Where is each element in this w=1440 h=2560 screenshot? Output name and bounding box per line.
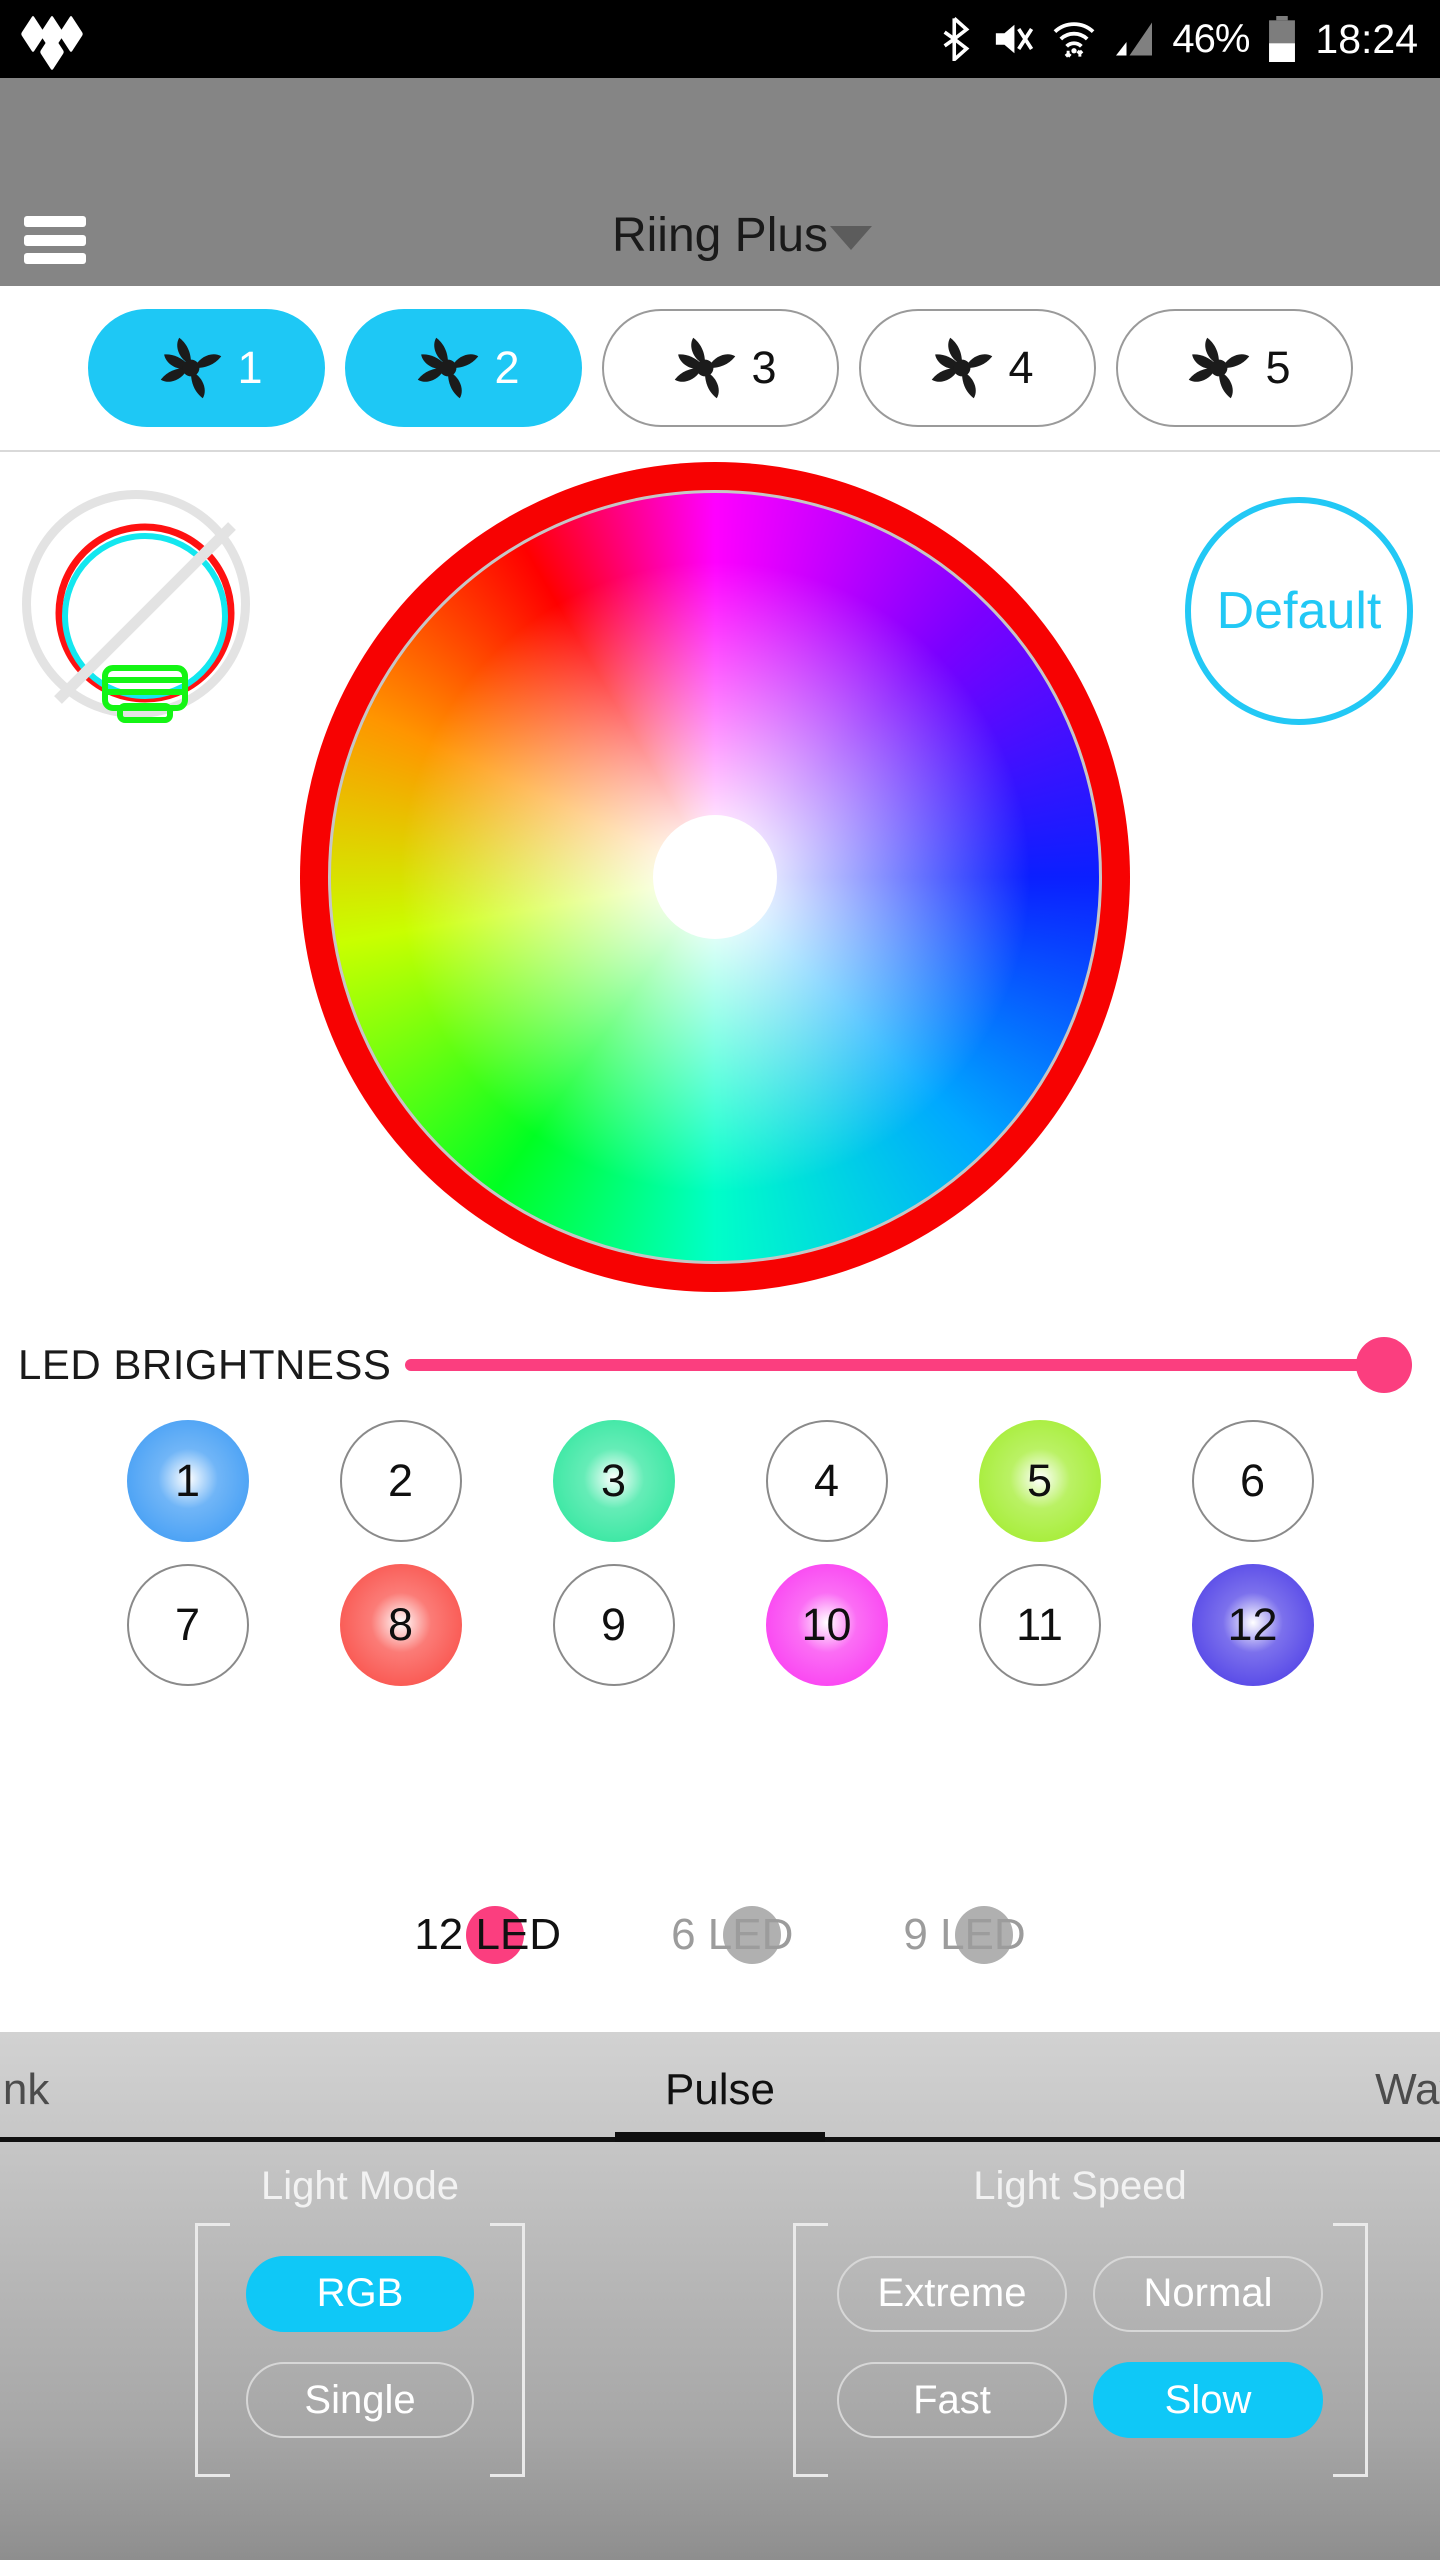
light-speed-bracket: Extreme Normal Fast Slow [792, 2223, 1368, 2477]
led-label: 5 [1026, 1455, 1053, 1506]
light-speed-normal-button[interactable]: Normal [1093, 2255, 1323, 2332]
led-count-option-6[interactable]: 6 LED [671, 1906, 794, 1964]
app-header: Riing Plus [0, 78, 1440, 286]
fan-tab-4[interactable]: 4 [858, 309, 1096, 427]
default-button[interactable]: Default [1185, 497, 1413, 725]
app-root: 46% 18:24 Riing Plus 1 2 3 4 5 Default L… [0, 0, 1440, 2560]
light-speed-fast-button[interactable]: Fast [837, 2362, 1067, 2439]
default-button-label: Default [1216, 582, 1382, 640]
light-mode-bracket: RGB Single [195, 2223, 525, 2477]
battery-percent-label: 46% [1172, 16, 1250, 61]
fan-tab-5[interactable]: 5 [1115, 309, 1353, 427]
led-count-label: 6 LED [671, 1910, 794, 1959]
effect-tab-bar: Blink Pulse Wave [0, 2032, 1440, 2142]
color-wheel-center[interactable] [653, 815, 777, 939]
led-button[interactable]: 8 [339, 1564, 462, 1686]
led-label: 2 [387, 1455, 414, 1506]
fan-tab-label: 3 [751, 342, 777, 393]
led-button[interactable]: 10 [765, 1564, 888, 1686]
tidal-logo-icon [20, 15, 86, 71]
led-button[interactable]: 3 [552, 1420, 675, 1542]
led-label: 10 [801, 1599, 852, 1650]
led-label: 7 [174, 1599, 201, 1650]
led-button[interactable]: 6 [1191, 1420, 1314, 1542]
fan-icon [149, 326, 233, 410]
color-picker-area: Default [0, 452, 1440, 1322]
led-label: 4 [813, 1455, 840, 1506]
led-button[interactable]: 9 [552, 1564, 675, 1686]
fan-tab-label: 2 [494, 342, 520, 393]
led-button[interactable]: 4 [765, 1420, 888, 1542]
status-bar-clock: 18:24 [1315, 15, 1418, 62]
light-speed-title: Light Speed [973, 2164, 1187, 2208]
led-button[interactable]: 12 [1191, 1564, 1314, 1686]
led-grid: 1 2 3 4 5 6 7 8 9 10 11 12 [0, 1420, 1440, 1686]
led-count-option-9[interactable]: 9 LED [903, 1906, 1026, 1964]
tab-wave[interactable]: Wave [1006, 2065, 1440, 2137]
led-label: 1 [174, 1455, 201, 1506]
led-count-options: 12 LED 6 LED 9 LED [0, 1880, 1440, 1990]
effect-settings-panel: Light Mode RGB Single Light Speed Extrem… [0, 2142, 1440, 2560]
led-brightness-label: LED BRIGHTNESS [18, 1341, 392, 1388]
led-brightness-row: LED BRIGHTNESS [0, 1322, 1440, 1408]
slider-track [405, 1359, 1412, 1371]
light-speed-options: Extreme Normal Fast Slow [793, 2223, 1368, 2471]
light-speed-slow-button[interactable]: Slow [1093, 2362, 1323, 2439]
slider-thumb[interactable] [1356, 1337, 1412, 1393]
fan-icon [663, 326, 747, 410]
light-mode-options: RGB Single [195, 2223, 525, 2471]
page-title: Riing Plus [611, 209, 829, 262]
led-button[interactable]: 5 [978, 1420, 1101, 1542]
status-bar-right: 46% 18:24 [940, 16, 1440, 63]
led-label: 11 [1016, 1599, 1063, 1650]
fan-tab-1[interactable]: 1 [87, 309, 325, 427]
fan-icon [1177, 326, 1261, 410]
battery-icon [1266, 16, 1298, 62]
status-bar: 46% 18:24 [0, 0, 1440, 78]
tab-pulse[interactable]: Pulse [480, 2065, 960, 2142]
color-wheel[interactable] [300, 462, 1130, 1292]
led-row-2: 7 8 9 10 11 12 [0, 1564, 1440, 1686]
led-brightness-slider[interactable] [405, 1330, 1412, 1400]
led-button[interactable]: 2 [339, 1420, 462, 1542]
fan-icon [406, 326, 490, 410]
led-count-label: 9 LED [903, 1910, 1026, 1959]
tab-blink[interactable]: Blink [0, 2065, 434, 2137]
light-mode-group: Light Mode RGB Single [0, 2142, 720, 2560]
led-label: 3 [600, 1455, 627, 1506]
led-button[interactable]: 7 [126, 1564, 249, 1686]
light-mode-title: Light Mode [261, 2164, 459, 2208]
light-mode-single-button[interactable]: Single [246, 2362, 474, 2439]
led-button[interactable]: 11 [978, 1564, 1101, 1686]
fan-selector-bar: 1 2 3 4 5 [0, 286, 1440, 452]
led-row-1: 1 2 3 4 5 6 [0, 1420, 1440, 1542]
fan-tab-3[interactable]: 3 [601, 309, 839, 427]
fan-tab-label: 4 [1008, 342, 1034, 393]
led-count-label: 12 LED [414, 1910, 562, 1959]
light-bulb-off-icon[interactable] [22, 490, 250, 723]
led-label: 9 [600, 1599, 627, 1650]
wifi-icon [1052, 18, 1096, 60]
led-label: 12 [1227, 1599, 1278, 1650]
light-speed-group: Light Speed Extreme Normal Fast Slow [720, 2142, 1440, 2560]
light-speed-extreme-button[interactable]: Extreme [837, 2255, 1067, 2332]
mute-icon [991, 19, 1035, 59]
bluetooth-icon [940, 17, 974, 61]
led-count-option-12[interactable]: 12 LED [414, 1906, 562, 1964]
light-mode-rgb-button[interactable]: RGB [246, 2255, 474, 2332]
fan-tab-label: 5 [1265, 342, 1291, 393]
fan-tab-2[interactable]: 2 [344, 309, 582, 427]
chevron-down-icon[interactable] [830, 226, 872, 250]
fan-tab-label: 1 [237, 342, 263, 393]
led-label: 8 [387, 1599, 414, 1650]
led-label: 6 [1239, 1455, 1266, 1506]
fan-icon [920, 326, 1004, 410]
led-button[interactable]: 1 [126, 1420, 249, 1542]
cellular-signal-icon [1113, 19, 1155, 59]
